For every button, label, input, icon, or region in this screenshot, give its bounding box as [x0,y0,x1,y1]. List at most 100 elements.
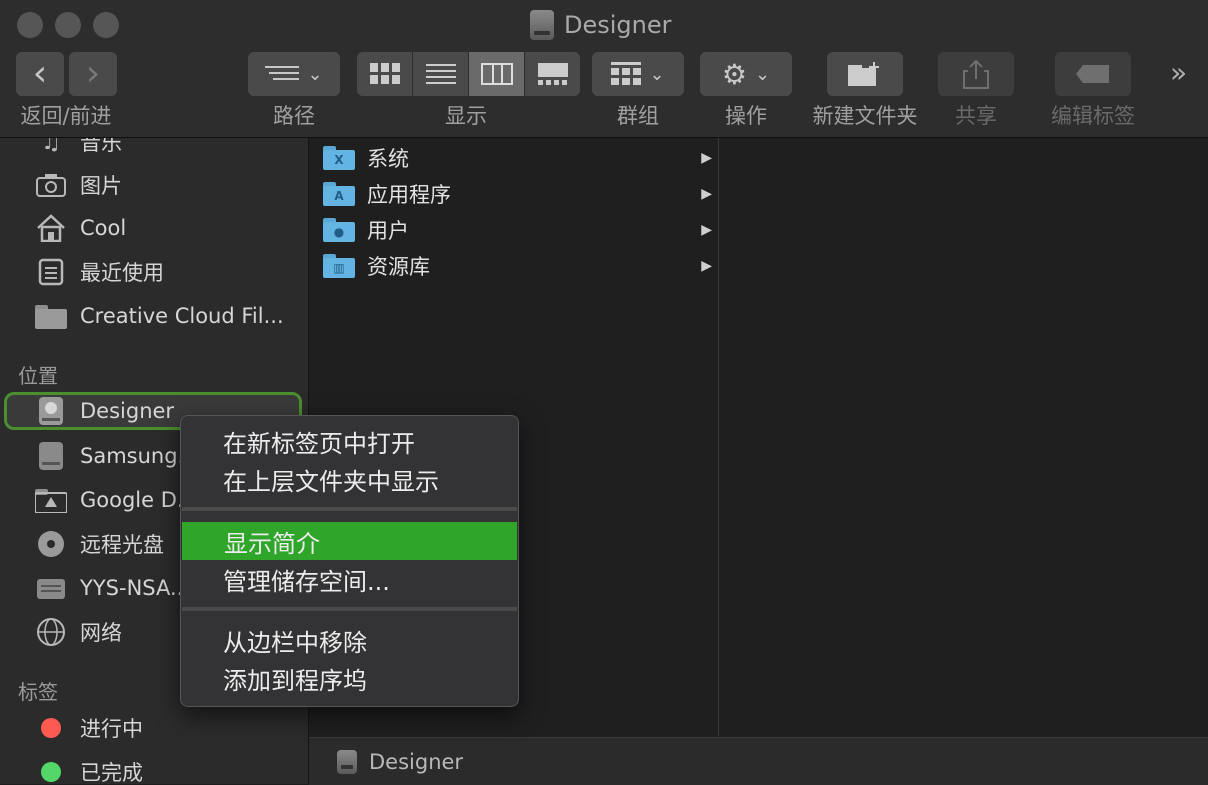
list-item-label: 应用程序 [367,183,451,207]
nas-icon [34,573,68,603]
share-label: 共享 [955,104,997,128]
network-icon [34,617,68,647]
home-icon [34,213,68,243]
close-button[interactable] [17,12,43,38]
sidebar-tag-in-progress[interactable]: 进行中 [0,708,308,748]
tag-icon [1076,65,1109,83]
group-button[interactable]: ⌄ [592,52,684,96]
window-toolbar: Designer ‹ › 返回/前进 ⌄ 路径 显示 ⌄ 群组 ⚙ ⌄ 操作 新… [0,0,1208,138]
path-button[interactable]: ⌄ [248,52,340,96]
list-icon [425,64,456,84]
edit-tags-button[interactable] [1055,52,1131,96]
disk-icon [34,396,68,426]
tags-header: 标签 [18,680,58,704]
disclosure-arrow-icon: ▶ [701,258,712,274]
action-label: 操作 [725,104,767,128]
nav-label: 返回/前进 [20,104,112,128]
column-browser-2 [719,138,1208,736]
path-bar-item[interactable]: Designer [369,750,463,774]
menu-item-label: 显示简介 [224,529,320,558]
sidebar-item-label: Cool [80,216,127,240]
group-label: 群组 [617,104,659,128]
window-title: Designer [530,8,672,42]
sidebar-item-label: Designer [80,399,175,423]
zoom-button[interactable] [93,12,119,38]
menu-item-label: 管理储存空间... [223,567,390,596]
gallery-icon [537,63,568,85]
share-button[interactable] [938,52,1014,96]
menu-item-remove-from-sidebar[interactable]: 从边栏中移除 [181,621,518,659]
sidebar-item-creative-cloud[interactable]: Creative Cloud Fil... [0,296,308,336]
sidebar-item-pictures[interactable]: 图片 [0,165,308,205]
sidebar-tag-done[interactable]: 已完成 [0,752,308,784]
folder-icon: ● [323,218,355,242]
list-item-label: 系统 [367,147,409,171]
sidebar-item-recents[interactable]: 最近使用 [0,252,308,292]
menu-item-open-in-new-tab[interactable]: 在新标签页中打开 [181,422,518,460]
drive-icon [34,441,68,471]
grid-icon [369,63,400,84]
menu-item-label: 从边栏中移除 [223,628,367,657]
google-drive-icon [34,485,68,515]
list-item-applications[interactable]: A 应用程序 ▶ [309,176,718,212]
toolbar-overflow-icon[interactable]: » [1170,56,1187,89]
list-item-system[interactable]: X 系统 ▶ [309,140,718,176]
menu-item-get-info[interactable]: 显示简介 [182,522,517,560]
menu-separator [182,607,517,611]
menu-item-label: 在上层文件夹中显示 [223,467,439,496]
view-label: 显示 [445,104,487,128]
chevron-down-icon: ⌄ [649,63,665,85]
chevron-left-icon: ‹ [32,53,48,94]
context-menu: 在新标签页中打开 在上层文件夹中显示 显示简介 管理储存空间... 从边栏中移除… [180,415,519,707]
sidebar-item-label: YYS-NSA... [80,576,191,600]
camera-icon [34,170,68,200]
chevron-right-icon: › [85,53,101,94]
view-columns-button[interactable] [469,52,525,96]
back-button[interactable]: ‹ [16,52,64,96]
menu-item-add-to-dock[interactable]: 添加到程序坞 [181,659,518,697]
sidebar-item-label: 已完成 [80,761,143,784]
sidebar-item-label: 最近使用 [80,261,164,285]
share-icon [963,59,989,89]
view-gallery-button[interactable] [525,52,580,96]
menu-item-label: 添加到程序坞 [223,666,367,695]
list-item-library[interactable]: ▥ 资源库 ▶ [309,248,718,284]
list-item-label: 用户 [367,219,409,243]
sidebar-item-music[interactable]: ♫ 音乐 [0,138,308,162]
view-icons-button[interactable] [357,52,413,96]
disclosure-arrow-icon: ▶ [701,150,712,166]
forward-button[interactable]: › [69,52,117,96]
new-folder-label: 新建文件夹 [812,104,918,128]
sidebar-item-label: 网络 [80,621,122,645]
list-lines-icon [265,66,300,80]
new-folder-button[interactable] [827,52,903,96]
locations-header: 位置 [18,364,58,388]
window-title-text: Designer [564,11,672,39]
sidebar-item-label: 远程光盘 [80,533,164,557]
tag-dot-icon [34,757,68,784]
menu-item-show-in-enclosing-folder[interactable]: 在上层文件夹中显示 [181,460,518,498]
view-list-button[interactable] [413,52,469,96]
path-label: 路径 [273,104,315,128]
folder-icon: A [323,182,355,206]
list-item-users[interactable]: ● 用户 ▶ [309,212,718,248]
sidebar-item-label: 图片 [80,174,122,198]
disclosure-arrow-icon: ▶ [701,222,712,238]
sidebar-item-home[interactable]: Cool [0,208,308,248]
folder-icon: ▥ [323,254,355,278]
menu-separator [182,507,517,511]
sidebar-item-label: Creative Cloud Fil... [80,304,284,328]
disc-icon [34,529,68,559]
tag-dot-icon [34,713,68,743]
chevron-down-icon: ⌄ [307,63,323,85]
menu-item-manage-storage[interactable]: 管理储存空间... [181,560,518,598]
action-button[interactable]: ⚙ ⌄ [700,52,792,96]
path-bar: Designer [309,737,1208,785]
folder-icon [34,301,68,331]
minimize-button[interactable] [55,12,81,38]
disk-icon [337,749,357,774]
new-folder-icon [848,62,879,86]
sidebar-item-label: 音乐 [80,138,122,155]
disclosure-arrow-icon: ▶ [701,186,712,202]
chevron-down-icon: ⌄ [755,63,771,85]
